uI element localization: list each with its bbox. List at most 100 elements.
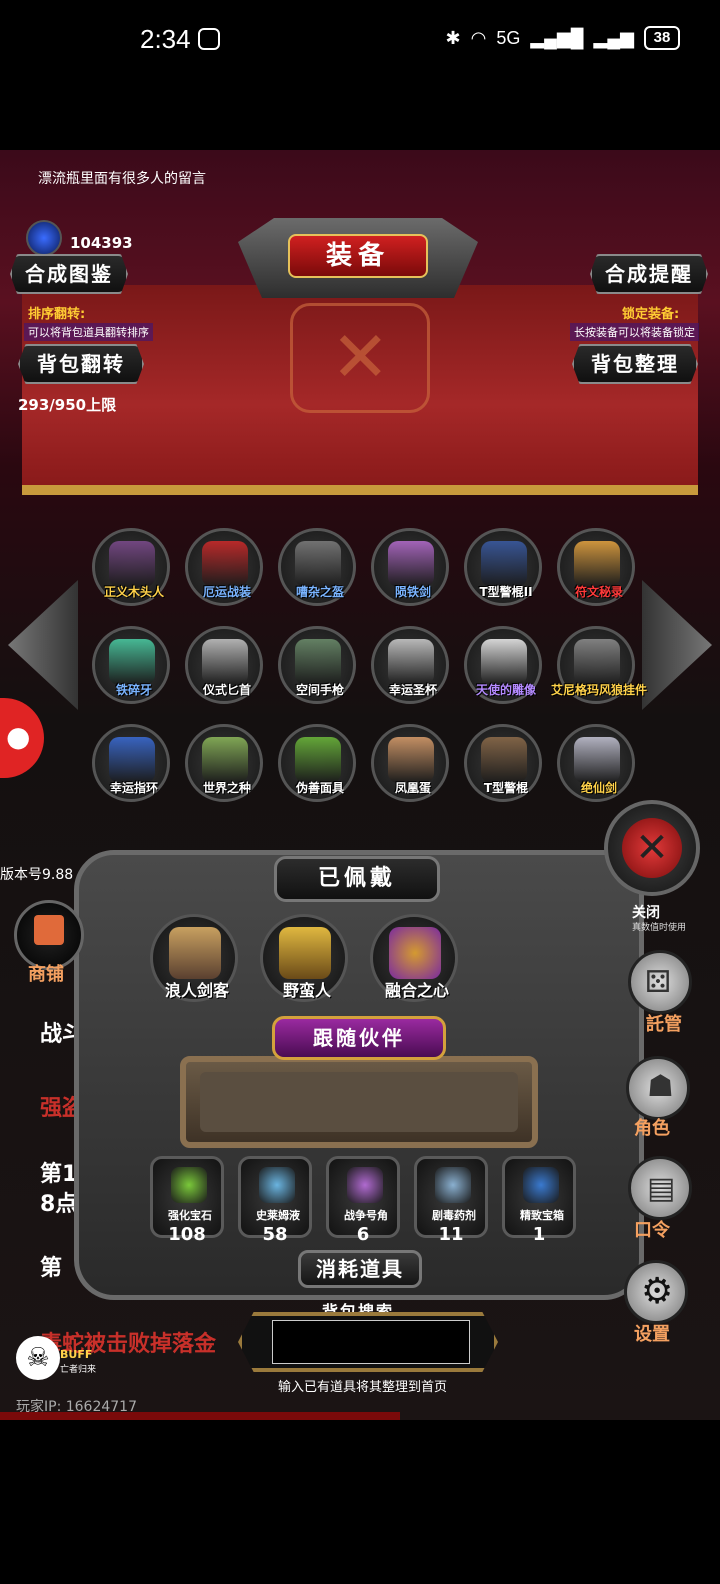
code-button[interactable]: ▤ xyxy=(628,1156,692,1220)
signal-icon: ▂▄▆█ xyxy=(530,27,584,48)
gear-icon: ⚙ xyxy=(641,1271,674,1312)
item-slot[interactable]: 幸运指环 xyxy=(92,724,170,802)
shop-label: 商铺 xyxy=(28,964,64,985)
item-slot[interactable]: 铁碎牙 xyxy=(92,626,170,704)
buff-sublabel: 亡者归来 xyxy=(60,1365,97,1375)
consumable-art xyxy=(171,1167,207,1203)
buff-label: BUFF xyxy=(60,1348,93,1361)
consumable-label: 剧毒药剂 xyxy=(432,1209,476,1222)
bag-capacity: 293/950上限 xyxy=(18,396,117,414)
manage-label: 託管 xyxy=(646,1014,682,1035)
item-label: 符文秘录 xyxy=(574,585,623,599)
item-slot[interactable]: 世界之种 xyxy=(185,724,263,802)
item-slot[interactable]: 仪式匕首 xyxy=(185,626,263,704)
item-art xyxy=(202,737,248,783)
close-label: 关闭 xyxy=(632,905,660,921)
code-label: 口令 xyxy=(634,1220,670,1241)
consumable-label: 精致宝箱 xyxy=(520,1209,564,1222)
item-label: 绝仙剑 xyxy=(580,781,617,795)
close-button[interactable]: ✕ xyxy=(604,800,700,896)
equipped-title: 已佩戴 xyxy=(274,856,440,902)
item-label: 嘈杂之盔 xyxy=(295,585,344,599)
status-icons: ✱ ◠ 5G ▂▄▆█ ▂▄▆ 38 xyxy=(446,26,680,50)
page-title: 装备 xyxy=(288,234,428,278)
game-screen: 漂流瓶里面有很多人的留言 104393 装备 合成图鉴 合成提醒 排序翻转: 可… xyxy=(0,150,720,1420)
next-page-arrow[interactable] xyxy=(642,580,712,710)
item-art xyxy=(202,541,248,587)
item-art xyxy=(388,541,434,587)
consumable-qty: 6 xyxy=(356,1224,370,1245)
follower-slot[interactable] xyxy=(180,1056,538,1148)
item-slot[interactable]: 陨铁剑 xyxy=(371,528,449,606)
codex-button[interactable]: 合成图鉴 xyxy=(10,254,128,294)
banner-drape xyxy=(22,285,698,495)
equipped-slot[interactable]: 融合之心 xyxy=(370,914,458,1002)
bottom-area xyxy=(0,1420,720,1584)
log-line: 8点 xyxy=(40,1192,78,1217)
battery-level: 38 xyxy=(644,26,680,50)
item-slot[interactable]: 幸运圣杯 xyxy=(371,626,449,704)
search-hint: 输入已有道具将其整理到首页 xyxy=(278,1380,448,1395)
profile-tab[interactable]: ● xyxy=(0,698,44,778)
item-art xyxy=(481,541,527,587)
lock-hint: 长按装备可以将装备锁定 xyxy=(570,323,699,341)
consumable-label: 战争号角 xyxy=(344,1209,388,1222)
close-sublabel: 真数值时使用 xyxy=(632,923,687,933)
tidy-bag-button[interactable]: 背包整理 xyxy=(572,344,698,384)
consumable-art xyxy=(435,1167,471,1203)
item-slot[interactable]: 厄运战装 xyxy=(185,528,263,606)
version-label: 版本号9.88 xyxy=(0,867,74,883)
gem-icon xyxy=(26,220,62,256)
consumable-label: 强化宝石 xyxy=(168,1209,212,1222)
equipped-art xyxy=(279,927,331,979)
item-slot[interactable]: 正义木头人 xyxy=(92,528,170,606)
hand-icon xyxy=(198,28,220,50)
item-label: 艾尼格玛风狼挂件 xyxy=(550,683,647,697)
settings-button[interactable]: ⚙ xyxy=(624,1260,688,1324)
item-slot[interactable]: 空间手枪 xyxy=(278,626,356,704)
hooded-figure-icon: ☗ xyxy=(647,1069,674,1104)
consumable-qty: 58 xyxy=(262,1224,288,1245)
item-slot[interactable]: 绝仙剑 xyxy=(557,724,635,802)
item-slot[interactable]: 伪善面具 xyxy=(278,724,356,802)
item-slot[interactable]: 凤凰蛋 xyxy=(371,724,449,802)
search-input[interactable] xyxy=(272,1320,470,1364)
equipped-art xyxy=(389,927,441,979)
item-art xyxy=(295,639,341,685)
consumable-qty: 1 xyxy=(532,1224,546,1245)
flip-bag-button[interactable]: 背包翻转 xyxy=(18,344,144,384)
reminder-button[interactable]: 合成提醒 xyxy=(590,254,708,294)
progress-bar xyxy=(0,1412,400,1420)
skull-icon[interactable]: ☠ xyxy=(16,1336,60,1380)
item-art xyxy=(388,737,434,783)
item-art xyxy=(481,737,527,783)
consumable-label: 史莱姆液 xyxy=(256,1209,300,1222)
item-slot[interactable]: 嘈杂之盔 xyxy=(278,528,356,606)
item-slot[interactable]: T型警棍 xyxy=(464,724,542,802)
item-grid: 正义木头人 厄运战装 嘈杂之盔 陨铁剑 T型警棍II 符文秘录铁碎牙 仪式匕首 空间手枪 幸运圣… xyxy=(80,510,647,810)
item-slot[interactable]: 天使的雕像 xyxy=(464,626,542,704)
item-art xyxy=(109,639,155,685)
item-label: 正义木头人 xyxy=(103,585,164,599)
log-line: 第1 xyxy=(40,1162,78,1187)
equipped-slot[interactable]: 浪人剑客 xyxy=(150,914,238,1002)
item-slot[interactable]: T型警棍II xyxy=(464,528,542,606)
item-label: 幸运指环 xyxy=(109,781,158,795)
prev-page-arrow[interactable] xyxy=(8,580,78,710)
item-label: 伪善面具 xyxy=(295,781,344,795)
dice-button[interactable]: ⚄ xyxy=(628,950,692,1014)
item-art xyxy=(109,541,155,587)
item-art xyxy=(574,541,620,587)
item-label: 陨铁剑 xyxy=(394,585,431,599)
scroll-message: 漂流瓶里面有很多人的留言 xyxy=(38,171,206,187)
close-icon: ✕ xyxy=(622,818,682,878)
role-button[interactable]: ☗ xyxy=(626,1056,690,1120)
item-art xyxy=(109,737,155,783)
consumable-art xyxy=(347,1167,383,1203)
log-line: 第 xyxy=(40,1256,63,1281)
equipped-slot[interactable]: 野蛮人 xyxy=(260,914,348,1002)
item-slot[interactable]: 艾尼格玛风狼挂件 xyxy=(551,626,647,704)
item-slot[interactable]: 符文秘录 xyxy=(557,528,635,606)
follower-title: 跟随伙伴 xyxy=(272,1016,446,1060)
dice-icon: ⚄ xyxy=(645,965,672,1000)
